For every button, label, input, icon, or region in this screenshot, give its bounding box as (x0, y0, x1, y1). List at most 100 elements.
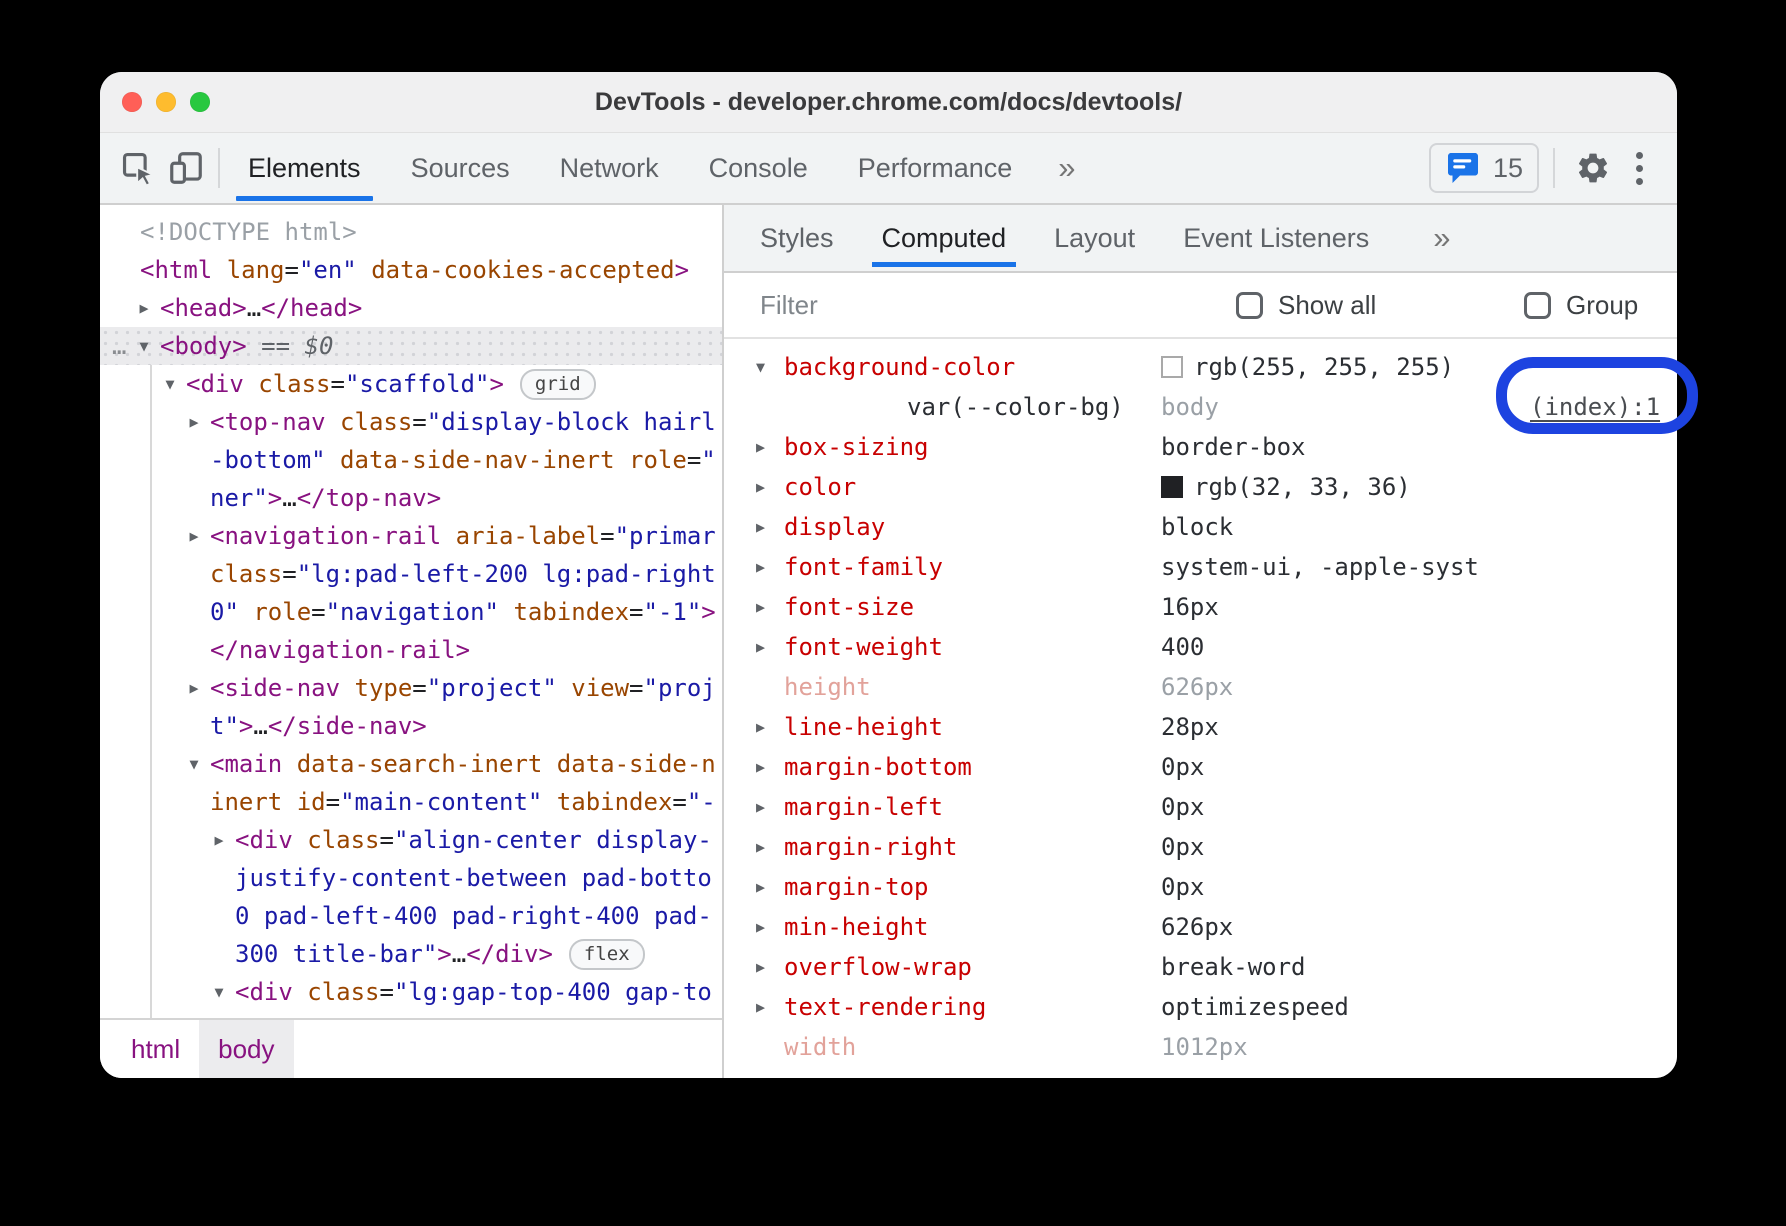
computed-property-row[interactable]: height626px (724, 667, 1677, 707)
computed-property-row[interactable]: ▶margin-top0px (724, 867, 1677, 907)
more-sidebar-tabs-button[interactable]: » (1423, 205, 1460, 271)
chevron-expanded-icon[interactable]: ▼ (182, 745, 206, 783)
chevron-collapsed-icon[interactable]: ▶ (756, 507, 765, 547)
inspect-element-button[interactable] (114, 142, 162, 194)
toolbar-tab-network[interactable]: Network (546, 133, 673, 203)
computed-property-row[interactable]: ▶colorrgb(32, 33, 36) (724, 467, 1677, 507)
dom-tree-row[interactable]: ▼<main data-search-inert data-side-n (100, 745, 722, 783)
chevron-collapsed-icon[interactable]: ▶ (756, 787, 765, 827)
more-panels-button[interactable]: » (1050, 135, 1083, 201)
property-name: margin-left (784, 787, 943, 827)
property-name: width (784, 1027, 856, 1067)
sidebar-tab-layout[interactable]: Layout (1042, 205, 1147, 271)
chevron-collapsed-icon[interactable]: ▶ (756, 947, 765, 987)
dom-tree-row[interactable]: -bottom" data-side-nav-inert role=" (100, 441, 722, 479)
sidebar-tab-styles[interactable]: Styles (748, 205, 846, 271)
chevron-collapsed-icon[interactable]: ▶ (756, 707, 765, 747)
computed-property-row[interactable]: width1012px (724, 1027, 1677, 1067)
flex-badge[interactable]: flex (569, 939, 645, 970)
chevron-collapsed-icon[interactable]: ▶ (756, 627, 765, 667)
sidebar-tab-event-listeners[interactable]: Event Listeners (1171, 205, 1381, 271)
breadcrumb-item-html[interactable]: html (112, 1020, 199, 1078)
computed-property-row[interactable]: ▶margin-bottom0px (724, 747, 1677, 787)
dom-tree-row[interactable]: ner">…</top-nav> (100, 479, 722, 517)
computed-property-row[interactable]: ▶font-familysystem-ui, -apple-syst (724, 547, 1677, 587)
dom-tree-row[interactable]: ▶<top-nav class="display-block hairl (100, 403, 722, 441)
computed-property-row[interactable]: ▶margin-left0px (724, 787, 1677, 827)
dom-node-text: 0 pad-left-400 pad-right-400 pad- (100, 897, 712, 935)
dom-tree-row[interactable]: 0" role="navigation" tabindex="-1"> (100, 593, 722, 631)
dom-tree-row[interactable]: ▶<side-nav type="project" view="proj (100, 669, 722, 707)
color-swatch[interactable] (1161, 356, 1183, 378)
dom-tree-row[interactable]: justify-content-between pad-botto (100, 859, 722, 897)
dom-tree-row[interactable]: inert id="main-content" tabindex="- (100, 783, 722, 821)
computed-property-row[interactable]: ▶font-weight400 (724, 627, 1677, 667)
chevron-expanded-icon[interactable]: ▼ (132, 327, 156, 365)
chevron-collapsed-icon[interactable]: ▶ (207, 821, 231, 859)
chevron-collapsed-icon[interactable]: ▶ (756, 467, 765, 507)
chevron-collapsed-icon[interactable]: ▶ (182, 517, 206, 555)
dom-tree-row[interactable]: ▼<div class="scaffold">grid (100, 365, 722, 403)
property-name: height (784, 667, 871, 707)
toolbar-tab-elements[interactable]: Elements (234, 133, 375, 203)
chevron-collapsed-icon[interactable]: ▶ (756, 747, 765, 787)
code-token: tabindex (499, 598, 629, 626)
dom-tree-row[interactable]: t">…</side-nav> (100, 707, 722, 745)
computed-property-row[interactable]: ▶line-height28px (724, 707, 1677, 747)
device-toolbar-button[interactable] (162, 142, 210, 194)
chevron-expanded-icon[interactable]: ▼ (756, 347, 765, 387)
code-token: inert (210, 788, 282, 816)
code-token: "navigation" (326, 598, 499, 626)
chevron-collapsed-icon[interactable]: ▶ (756, 427, 765, 467)
chevron-collapsed-icon[interactable]: ▶ (132, 289, 156, 327)
dom-tree-row[interactable]: ▶<head>…</head> (100, 289, 722, 327)
toolbar-tab-performance[interactable]: Performance (844, 133, 1027, 203)
chevron-collapsed-icon[interactable]: ▶ (756, 907, 765, 947)
chevron-collapsed-icon[interactable]: ▶ (756, 987, 765, 1027)
code-token: = (412, 408, 426, 436)
code-token: id (282, 788, 325, 816)
code-token: = (380, 826, 394, 854)
dom-tree-row[interactable]: <!DOCTYPE html> (100, 213, 722, 251)
chevron-expanded-icon[interactable]: ▼ (158, 365, 182, 403)
dom-tree-row[interactable]: 300 title-bar">…</div>flex (100, 935, 722, 973)
toolbar-tab-console[interactable]: Console (695, 133, 822, 203)
property-value-text: 626px (1161, 907, 1233, 947)
dom-tree-row[interactable]: …▼<body> == $0 (100, 327, 722, 365)
chevron-collapsed-icon[interactable]: ▶ (756, 587, 765, 627)
chevron-collapsed-icon[interactable]: ▶ (756, 547, 765, 587)
console-status-button[interactable]: 15 (1429, 143, 1539, 193)
chevron-expanded-icon[interactable]: ▼ (207, 973, 231, 1011)
breadcrumb-item-body[interactable]: body (199, 1020, 293, 1078)
toolbar-tab-sources[interactable]: Sources (397, 133, 524, 203)
chevron-collapsed-icon[interactable]: ▶ (182, 669, 206, 707)
code-token: … (452, 940, 466, 968)
property-value: optimizespeed (1161, 987, 1349, 1027)
computed-property-row[interactable]: ▶margin-right0px (724, 827, 1677, 867)
chevron-collapsed-icon[interactable]: ▶ (182, 403, 206, 441)
chevron-collapsed-icon[interactable]: ▶ (756, 867, 765, 907)
dom-tree-row[interactable]: ▶<div class="align-center display- (100, 821, 722, 859)
dom-tree-row[interactable]: </navigation-rail> (100, 631, 722, 669)
sidebar-tab-computed[interactable]: Computed (870, 205, 1019, 271)
dom-tree-row[interactable]: ▼<div class="lg:gap-top-400 gap-to (100, 973, 722, 1011)
group-checkbox[interactable] (1524, 292, 1551, 319)
filter-input[interactable] (758, 289, 1162, 322)
property-value: 400 (1161, 627, 1204, 667)
computed-property-row[interactable]: ▶overflow-wrapbreak-word (724, 947, 1677, 987)
dom-tree-row[interactable]: class="lg:pad-left-200 lg:pad-right (100, 555, 722, 593)
property-name: margin-bottom (784, 747, 972, 787)
dom-tree-row[interactable]: ▶<navigation-rail aria-label="primar (100, 517, 722, 555)
computed-property-row[interactable]: ▶font-size16px (724, 587, 1677, 627)
dom-tree-row[interactable]: 0 pad-left-400 pad-right-400 pad- (100, 897, 722, 935)
grid-badge[interactable]: grid (520, 369, 596, 400)
chevron-collapsed-icon[interactable]: ▶ (756, 827, 765, 867)
computed-property-row[interactable]: ▶text-renderingoptimizespeed (724, 987, 1677, 1027)
color-swatch[interactable] (1161, 476, 1183, 498)
menu-button[interactable] (1617, 152, 1661, 185)
settings-button[interactable] (1569, 142, 1617, 194)
computed-property-row[interactable]: ▶min-height626px (724, 907, 1677, 947)
show-all-checkbox[interactable] (1236, 292, 1263, 319)
dom-tree-row[interactable]: <html lang="en" data-cookies-accepted> (100, 251, 722, 289)
computed-property-row[interactable]: ▶displayblock (724, 507, 1677, 547)
